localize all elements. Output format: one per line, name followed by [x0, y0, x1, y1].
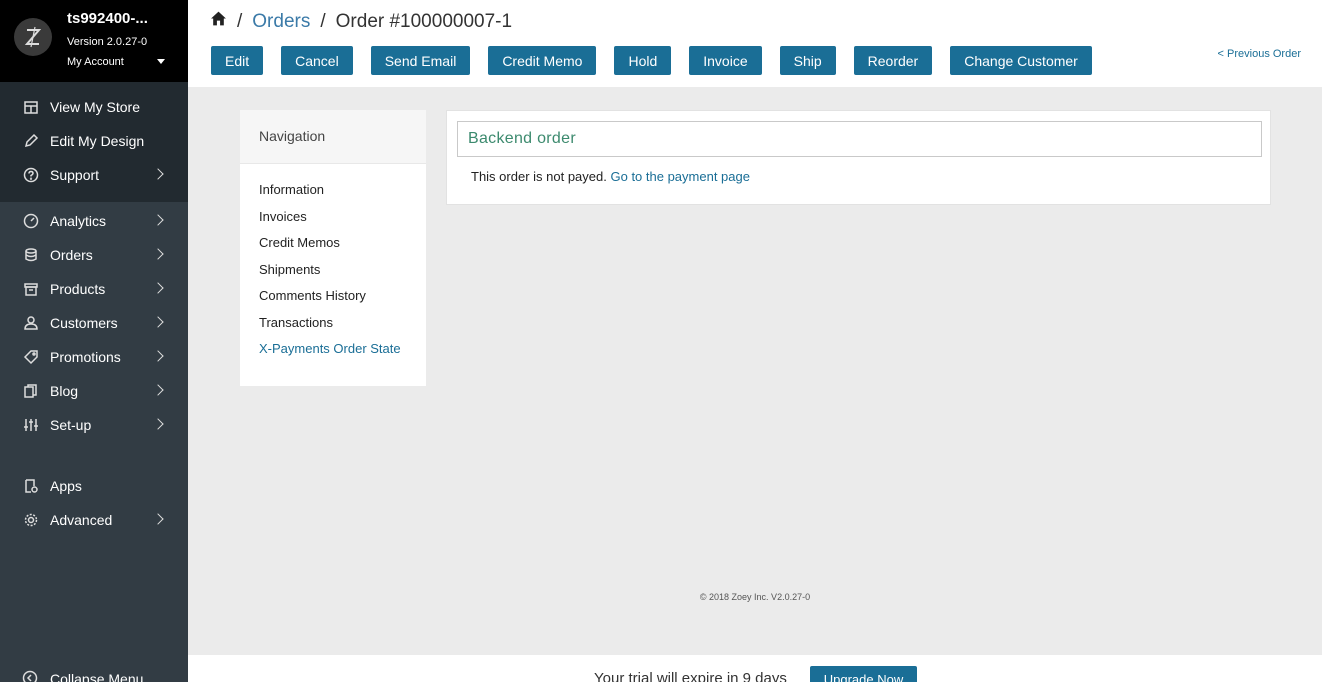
breadcrumb-separator: /	[320, 10, 326, 32]
caret-down-icon[interactable]	[157, 59, 165, 64]
chevron-right-icon	[152, 316, 164, 328]
navigation-title: Navigation	[240, 110, 426, 164]
sidebar-item-label: Analytics	[50, 213, 107, 229]
copy-icon	[22, 382, 40, 400]
backend-order-heading: Backend order	[457, 121, 1262, 157]
sidebar-item-label: Customers	[50, 315, 118, 331]
nav-link-transactions[interactable]: Transactions	[240, 315, 426, 342]
sidebar-item-label: Advanced	[50, 512, 113, 528]
cancel-button[interactable]: Cancel	[281, 46, 353, 75]
sidebar: ts992400-... Version 2.0.27-0 My Account…	[0, 0, 188, 682]
change-customer-button[interactable]: Change Customer	[950, 46, 1092, 75]
sidebar-item-analytics[interactable]: Analytics	[0, 204, 188, 238]
sidebar-item-apps[interactable]: Apps	[0, 469, 188, 503]
sidebar-item-orders[interactable]: Orders	[0, 238, 188, 272]
page-title: Order #100000007-1	[335, 10, 513, 32]
my-account-link[interactable]: My Account	[67, 56, 124, 68]
store-name: ts992400-...	[67, 10, 148, 27]
page-header: / Orders / Order #100000007-1 Edit Cance…	[188, 0, 1322, 87]
sidebar-top-section: View My Store Edit My Design Support	[0, 82, 188, 202]
sidebar-item-label: Blog	[50, 383, 79, 399]
gauge-icon	[22, 212, 40, 230]
not-payed-text: This order is not payed.	[471, 169, 607, 184]
nav-link-shipments[interactable]: Shipments	[240, 262, 426, 289]
nav-link-credit-memos[interactable]: Credit Memos	[240, 235, 426, 262]
account-header: ts992400-... Version 2.0.27-0 My Account	[0, 0, 188, 82]
logo[interactable]	[14, 18, 52, 56]
breadcrumb-separator: /	[237, 10, 243, 32]
sidebar-item-label: Support	[50, 167, 100, 183]
nav-link-comments-history[interactable]: Comments History	[240, 288, 426, 315]
ship-button[interactable]: Ship	[779, 46, 836, 75]
version-label: Version 2.0.27-0	[67, 36, 148, 48]
credit-memo-button[interactable]: Credit Memo	[488, 46, 597, 75]
order-state-panel: Backend order This order is not payed. G…	[446, 110, 1271, 205]
sidebar-item-set-up[interactable]: Set-up	[0, 408, 188, 442]
chevron-right-icon	[152, 513, 164, 525]
home-icon[interactable]	[210, 10, 227, 33]
chevron-right-icon	[152, 350, 164, 362]
sidebar-item-support[interactable]: Support	[0, 158, 188, 192]
sidebar-main-section: Analytics Orders Products Customers Prom…	[0, 202, 188, 537]
sliders-icon	[22, 416, 40, 434]
zoey-logo-icon	[24, 26, 42, 48]
collapse-menu-label: Collapse Menu	[50, 671, 144, 682]
sidebar-item-edit-my-design[interactable]: Edit My Design	[0, 124, 188, 158]
chevron-right-icon	[152, 418, 164, 430]
reorder-button[interactable]: Reorder	[853, 46, 933, 75]
apps-icon	[22, 477, 40, 495]
sidebar-item-products[interactable]: Products	[0, 272, 188, 306]
sidebar-item-label: Set-up	[50, 417, 92, 433]
nav-link-x-payments-order-state[interactable]: X-Payments Order State	[240, 341, 426, 368]
user-icon	[22, 314, 40, 332]
sidebar-item-label: Apps	[50, 478, 82, 494]
sidebar-item-label: Promotions	[50, 349, 121, 365]
chevron-right-icon	[152, 282, 164, 294]
nav-link-information[interactable]: Information	[240, 182, 426, 209]
sidebar-item-advanced[interactable]: Advanced	[0, 503, 188, 537]
sidebar-item-label: Orders	[50, 247, 93, 263]
trial-banner: Your trial will expire in 9 days Upgrade…	[188, 655, 1322, 682]
previous-order-link[interactable]: < Previous Order	[1218, 48, 1301, 60]
sidebar-item-label: View My Store	[50, 99, 140, 115]
chevron-right-icon	[152, 168, 164, 180]
sidebar-item-customers[interactable]: Customers	[0, 306, 188, 340]
chevron-right-icon	[152, 214, 164, 226]
trial-expiry-text: Your trial will expire in 9 days	[594, 670, 787, 682]
sidebar-item-view-my-store[interactable]: View My Store	[0, 90, 188, 124]
sidebar-item-promotions[interactable]: Promotions	[0, 340, 188, 374]
sidebar-item-blog[interactable]: Blog	[0, 374, 188, 408]
order-actions-toolbar: Edit Cancel Send Email Credit Memo Hold …	[211, 46, 1110, 75]
database-icon	[22, 246, 40, 264]
payment-page-link[interactable]: Go to the payment page	[610, 169, 749, 184]
help-icon	[22, 166, 40, 184]
invoice-button[interactable]: Invoice	[689, 46, 762, 75]
tag-icon	[22, 348, 40, 366]
collapse-icon	[22, 670, 40, 682]
gear-icon	[22, 511, 40, 529]
collapse-menu-button[interactable]: Collapse Menu	[22, 670, 143, 682]
breadcrumb-orders-link[interactable]: Orders	[252, 11, 310, 33]
payment-status-line: This order is not payed. Go to the payme…	[471, 169, 750, 184]
order-navigation-panel: Navigation Information Invoices Credit M…	[240, 110, 426, 386]
send-email-button[interactable]: Send Email	[370, 46, 471, 75]
sidebar-item-label: Edit My Design	[50, 133, 145, 149]
breadcrumb: / Orders / Order #100000007-1	[210, 10, 512, 33]
nav-link-invoices[interactable]: Invoices	[240, 209, 426, 236]
sidebar-item-label: Products	[50, 281, 106, 297]
copyright-footer: © 2018 Zoey Inc. V2.0.27-0	[699, 592, 811, 602]
chevron-right-icon	[152, 248, 164, 260]
navigation-list: Information Invoices Credit Memos Shipme…	[240, 164, 426, 368]
chevron-right-icon	[152, 384, 164, 396]
store-icon	[22, 98, 40, 116]
box-icon	[22, 280, 40, 298]
edit-button[interactable]: Edit	[211, 46, 264, 75]
pencil-icon	[22, 132, 40, 150]
upgrade-now-button[interactable]: Upgrade Now	[810, 666, 917, 682]
hold-button[interactable]: Hold	[614, 46, 672, 75]
